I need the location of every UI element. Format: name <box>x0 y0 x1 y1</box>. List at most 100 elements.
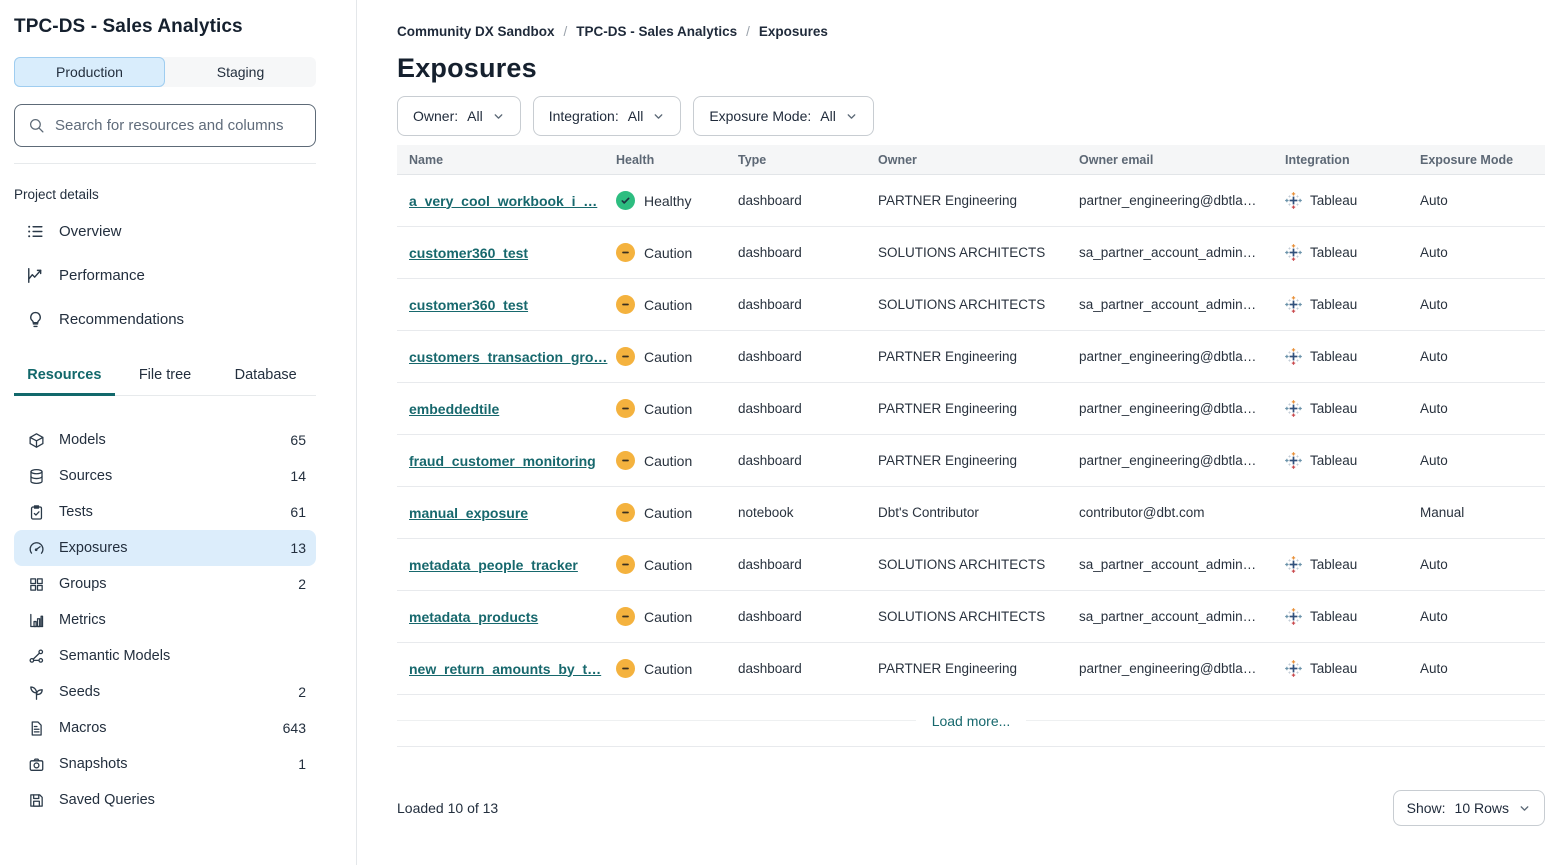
table-row: customers_transaction_gro…Cautiondashboa… <box>397 331 1545 383</box>
sidebar-item-metrics[interactable]: Metrics <box>14 602 316 638</box>
table-row: metadata_productsCautiondashboardSOLUTIO… <box>397 591 1545 643</box>
groups-icon <box>28 576 45 593</box>
health-label: Caution <box>644 349 692 365</box>
filter-exposure-mode[interactable]: Exposure Mode:All <box>693 96 874 136</box>
cell-type: dashboard <box>738 557 878 572</box>
sidebar-item-seeds[interactable]: Seeds2 <box>14 674 316 710</box>
cell-type: dashboard <box>738 245 878 260</box>
sidebar-item-tests[interactable]: Tests61 <box>14 494 316 530</box>
tableau-icon <box>1285 556 1302 573</box>
macros-icon <box>28 720 45 737</box>
cell-name: customer360_test <box>397 297 616 313</box>
exposure-name-link[interactable]: customers_transaction_gro… <box>409 349 607 365</box>
exposure-name-link[interactable]: new_return_amounts_by_t… <box>409 661 601 677</box>
cell-exposure-mode: Auto <box>1420 453 1545 468</box>
exposure-name-link[interactable]: fraud_customer_monitoring <box>409 453 596 469</box>
tableau-icon <box>1285 244 1302 261</box>
env-tab-production[interactable]: Production <box>14 57 165 87</box>
cell-exposure-mode: Auto <box>1420 245 1545 260</box>
integration-label: Tableau <box>1310 193 1357 208</box>
search-box[interactable] <box>14 104 316 147</box>
sidebar-item-snapshots[interactable]: Snapshots1 <box>14 746 316 782</box>
sidebar-item-overview[interactable]: Overview <box>14 214 316 248</box>
table-row: metadata_people_trackerCautiondashboardS… <box>397 539 1545 591</box>
integration-label: Tableau <box>1310 297 1357 312</box>
filter-integration[interactable]: Integration:All <box>533 96 682 136</box>
cell-name: new_return_amounts_by_t… <box>397 661 616 677</box>
exposure-name-link[interactable]: embeddedtile <box>409 401 499 417</box>
resource-label: Groups <box>59 576 284 592</box>
sidebar-item-performance[interactable]: Performance <box>14 258 316 292</box>
cell-integration: Tableau <box>1285 244 1420 261</box>
cell-owner-email: contributor@dbt.com <box>1079 505 1285 520</box>
chevron-down-icon <box>652 110 665 123</box>
cell-owner: PARTNER Engineering <box>878 453 1079 468</box>
cell-type: dashboard <box>738 193 878 208</box>
cell-integration: Tableau <box>1285 452 1420 469</box>
filter-owner[interactable]: Owner:All <box>397 96 521 136</box>
resource-label: Snapshots <box>59 756 284 772</box>
sources-icon <box>28 468 45 485</box>
chevron-down-icon <box>845 110 858 123</box>
cell-name: metadata_products <box>397 609 616 625</box>
table-row: fraud_customer_monitoringCautiondashboar… <box>397 435 1545 487</box>
cell-owner: PARTNER Engineering <box>878 193 1079 208</box>
sidebar-item-exposures[interactable]: Exposures13 <box>14 530 316 566</box>
env-tab-staging[interactable]: Staging <box>165 57 316 87</box>
tableau-icon <box>1285 348 1302 365</box>
tab-database[interactable]: Database <box>215 358 316 396</box>
exposures-icon <box>28 540 45 557</box>
cell-integration: Tableau <box>1285 556 1420 573</box>
breadcrumb-item-community-dx-sandbox[interactable]: Community DX Sandbox <box>397 24 555 39</box>
sidebar-item-label: Overview <box>59 223 122 240</box>
health-healthy-icon <box>616 191 635 210</box>
exposure-name-link[interactable]: customer360_test <box>409 245 528 261</box>
environment-toggle: ProductionStaging <box>14 57 316 87</box>
column-header-integration: Integration <box>1285 153 1420 167</box>
resource-count: 61 <box>290 504 306 520</box>
cell-owner: SOLUTIONS ARCHITECTS <box>878 245 1079 260</box>
sidebar-item-models[interactable]: Models 65 <box>14 422 316 458</box>
exposure-name-link[interactable]: manual_exposure <box>409 505 528 521</box>
cell-integration: Tableau <box>1285 348 1420 365</box>
app-root: TPC-DS - Sales Analytics ProductionStagi… <box>0 0 1559 865</box>
filter-value: All <box>628 108 644 124</box>
tab-file-tree[interactable]: File tree <box>115 358 216 396</box>
search-input[interactable] <box>55 117 302 134</box>
resource-count: 65 <box>290 432 306 448</box>
cell-owner-email: sa_partner_account_admin… <box>1079 245 1285 260</box>
resource-count: 2 <box>298 576 306 592</box>
sidebar-item-sources[interactable]: Sources14 <box>14 458 316 494</box>
cell-name: metadata_people_tracker <box>397 557 616 573</box>
integration-label: Tableau <box>1310 401 1357 416</box>
breadcrumb-item-tpc-ds-sales-analytics[interactable]: TPC-DS - Sales Analytics <box>576 24 737 39</box>
cell-type: notebook <box>738 505 878 520</box>
cell-health: Caution <box>616 555 738 574</box>
exposure-name-link[interactable]: metadata_people_tracker <box>409 557 578 573</box>
sidebar-item-semantic-models[interactable]: Semantic Models <box>14 638 316 674</box>
sidebar-item-groups[interactable]: Groups 2 <box>14 566 316 602</box>
table-body: a_very_cool_workbook_i_…Healthydashboard… <box>397 175 1545 695</box>
exposure-name-link[interactable]: a_very_cool_workbook_i_… <box>409 193 597 209</box>
sidebar-item-recommendations[interactable]: Recommendations <box>14 302 316 336</box>
health-caution-icon <box>616 399 635 418</box>
health-caution-icon <box>616 295 635 314</box>
cell-exposure-mode: Auto <box>1420 193 1545 208</box>
resource-label: Models <box>59 432 276 448</box>
cell-owner-email: partner_engineering@dbtla… <box>1079 349 1285 364</box>
sidebar-item-label: Performance <box>59 267 145 284</box>
sidebar-item-saved-queries[interactable]: Saved Queries <box>14 782 316 818</box>
tab-resources[interactable]: Resources <box>14 358 115 396</box>
exposure-name-link[interactable]: metadata_products <box>409 609 538 625</box>
show-rows-button[interactable]: Show: 10 Rows <box>1393 790 1545 826</box>
health-caution-icon <box>616 503 635 522</box>
integration-label: Tableau <box>1310 661 1357 676</box>
exposure-name-link[interactable]: customer360_test <box>409 297 528 313</box>
sidebar-item-macros[interactable]: Macros643 <box>14 710 316 746</box>
health-caution-icon <box>616 243 635 262</box>
cell-health: Caution <box>616 399 738 418</box>
page-title: Exposures <box>397 53 1545 84</box>
filter-value: All <box>820 108 836 124</box>
load-more-button[interactable]: Load more... <box>916 713 1027 729</box>
chevron-down-icon <box>1518 802 1531 815</box>
